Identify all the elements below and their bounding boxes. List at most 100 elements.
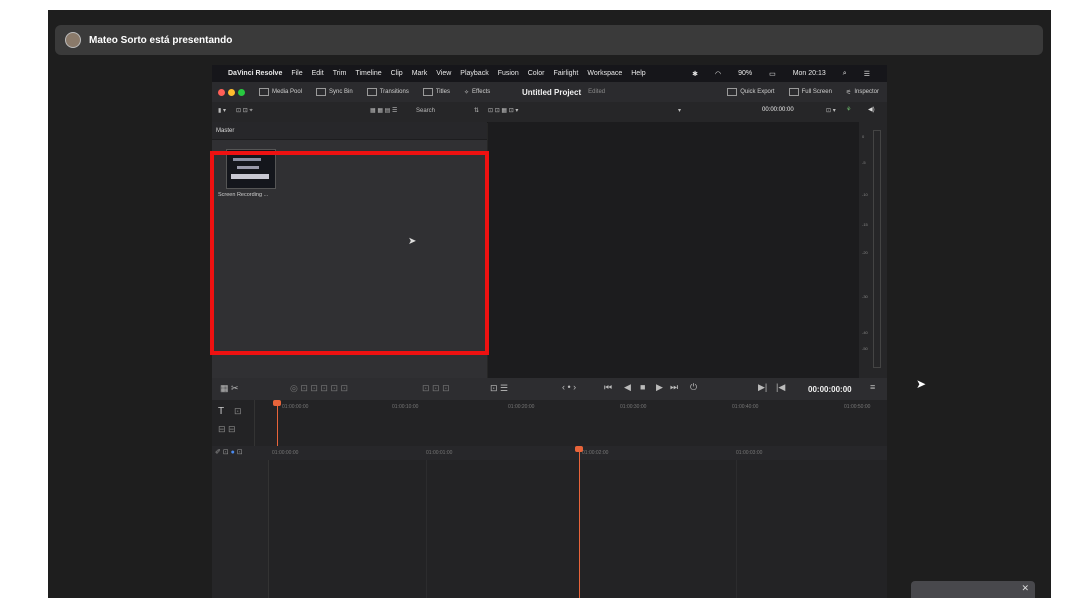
timeline-ruler: ✐ ⊡ ● ⊡ 01:00:00:00 01:00:01:00 01:00:02… (212, 446, 887, 460)
sync-bin-button[interactable]: Sync Bin (316, 88, 353, 96)
menu-help[interactable]: Help (631, 70, 645, 77)
menu-workspace[interactable]: Workspace (587, 70, 622, 77)
ruler-tick-label: 01:00:30:00 (620, 404, 647, 410)
play-reverse-icon[interactable]: ◀ (624, 382, 631, 393)
inspector-button[interactable]: ⚟ Inspector (846, 89, 879, 96)
volume-icon[interactable]: ◀) (868, 106, 875, 113)
edit-action-icons[interactable]: ◎ ⊡ ⊡ ⊡ ⊡ ⊡ (290, 383, 348, 394)
stop-icon[interactable]: ■ (640, 382, 645, 392)
divider (254, 400, 255, 446)
presenter-avatar (65, 32, 81, 48)
meter-label: 0 (862, 134, 865, 139)
full-screen-label: Full Screen (801, 89, 832, 95)
master-bin[interactable]: Master (212, 122, 487, 140)
track-header-icons[interactable]: ✐ ⊡ ● ⊡ (215, 448, 243, 456)
menu-fusion[interactable]: Fusion (498, 70, 519, 77)
ruler-tick-label: 01:00:20:00 (508, 404, 535, 410)
audio-meter-bar (873, 130, 881, 368)
wifi-icon[interactable]: ◠ (715, 70, 721, 78)
search-field[interactable]: Search (416, 108, 435, 114)
meter-label: -5 (862, 160, 866, 165)
ruler-tick-label: 01:00:00:00 (282, 404, 309, 410)
mic-off-icon[interactable]: ✕ (1021, 583, 1029, 594)
self-view-panel[interactable]: ✕ (911, 581, 1035, 598)
source-timecode: 00:00:00:00 (762, 107, 794, 113)
toolbar-right: Quick Export Full Screen ⚟ Inspector (727, 82, 879, 102)
sync-bin-label: Sync Bin (329, 89, 353, 95)
zoom-icon[interactable]: ⊡ (234, 406, 242, 417)
go-to-end-icon[interactable]: ⏭ (670, 382, 678, 393)
clip-dropdown-icon[interactable]: ▾ (678, 107, 681, 114)
menu-view[interactable]: View (436, 70, 451, 77)
menu-mark[interactable]: Mark (412, 70, 428, 77)
menu-app[interactable]: DaVinci Resolve (228, 70, 282, 77)
inspector-icon: ⚟ (845, 89, 852, 96)
go-to-start-icon[interactable]: ⏮ (604, 382, 612, 393)
inspector-label: Inspector (854, 89, 879, 95)
meter-label: -50 (862, 346, 868, 351)
viewer-options-icon[interactable]: ⊡ ▾ (826, 107, 836, 114)
edit-tools-icon[interactable]: ▦ ✂ (220, 383, 239, 394)
project-title: Untitled Project (522, 87, 582, 97)
minimize-window-icon[interactable] (228, 88, 235, 96)
mark-in-icon[interactable]: ▶| (758, 382, 767, 393)
titles-button[interactable]: Titles (422, 88, 450, 96)
menu-fairlight[interactable]: Fairlight (553, 70, 578, 77)
left-margin (0, 10, 48, 598)
menu-color[interactable]: Color (528, 70, 545, 77)
quick-export-button[interactable]: Quick Export (727, 88, 775, 96)
effects-icon: ✧ (463, 89, 469, 96)
close-window-icon[interactable] (218, 88, 225, 96)
transitions-label: Transitions (379, 89, 409, 95)
quick-export-label: Quick Export (740, 89, 775, 95)
timeline-timecode: 00:00:00:00 (808, 384, 852, 394)
titles-icon (422, 88, 433, 96)
timeline-overview: T ⊡ ⊟ ⊟ 01:00:00:00 01:00:10:00 01:00:20… (212, 400, 887, 447)
menu-file[interactable]: File (291, 70, 302, 77)
effects-button[interactable]: ✧ Effects (464, 89, 490, 96)
sort-icon[interactable]: ⇅ (474, 107, 479, 114)
battery-percent[interactable]: 90% (738, 70, 752, 77)
panel-toggle-icon[interactable]: ▮ ▾ (218, 107, 226, 114)
bin-tools-icons[interactable]: ⊡ ⊡ ⌖ (236, 107, 253, 115)
full-screen-button[interactable]: Full Screen (788, 88, 832, 96)
zoom-window-icon[interactable] (238, 88, 245, 96)
ruler-tick-label: 01:00:50:00 (844, 404, 871, 410)
trim-icons[interactable]: ⊡ ☰ (490, 383, 508, 394)
timeline-tracks[interactable] (212, 460, 887, 598)
viewer-mode-icons[interactable]: ⊡ ⊡ ▦ ⊡ ▾ (488, 107, 518, 114)
playhead-line (277, 400, 278, 446)
menu-clip[interactable]: Clip (391, 70, 403, 77)
title-tool-icon[interactable]: T (218, 406, 224, 417)
battery-icon[interactable]: ▭ (769, 70, 776, 78)
clock[interactable]: Mon 20:13 (793, 70, 826, 77)
menu-playback[interactable]: Playback (460, 70, 488, 77)
mouse-cursor-icon: ➤ (408, 236, 417, 247)
control-center-icon[interactable]: ☰ (864, 70, 870, 78)
insert-icons[interactable]: ⊡ ⊡ ⊡ (422, 383, 450, 394)
menu-timeline[interactable]: Timeline (355, 70, 381, 77)
menu-trim[interactable]: Trim (333, 70, 347, 77)
project-status: Edited (588, 89, 606, 95)
menu-icon[interactable]: ≡ (870, 382, 875, 392)
search-icon[interactable]: ⌕ (843, 70, 847, 78)
transitions-button[interactable]: Transitions (366, 88, 409, 96)
media-pool-button[interactable]: Media Pool (259, 88, 302, 96)
media-subtoolbar: ▮ ▾ ⊡ ⊡ ⌖ ▦ ▦ ▤ ☰ Search ⇅ ⊡ ⊡ ▦ ⊡ ▾ ▾ 0… (212, 102, 887, 123)
track-headers (212, 460, 269, 598)
ruler-tick-label: 01:00:40:00 (732, 404, 759, 410)
bluetooth-icon[interactable]: ✱ (692, 70, 698, 78)
track-tools-icon[interactable]: ⊟ ⊟ (218, 424, 236, 435)
menu-edit[interactable]: Edit (312, 70, 324, 77)
jog-icon[interactable]: ‹ • › (562, 382, 576, 392)
mark-out-icon[interactable]: |◀ (776, 382, 785, 393)
color-icon[interactable]: ⚘ (846, 106, 851, 113)
view-mode-icons[interactable]: ▦ ▦ ▤ ☰ (370, 107, 397, 114)
loop-icon[interactable]: ⏻ (690, 382, 697, 393)
meter-label: -15 (862, 222, 868, 227)
timeline-playhead-line (579, 446, 580, 598)
audio-meter: 0 -5 -10 -15 -20 -30 -40 -50 (859, 122, 887, 378)
play-icon[interactable]: ▶ (656, 382, 663, 393)
source-viewer (488, 122, 859, 378)
ruler-tick-label: 01:00:10:00 (392, 404, 419, 410)
